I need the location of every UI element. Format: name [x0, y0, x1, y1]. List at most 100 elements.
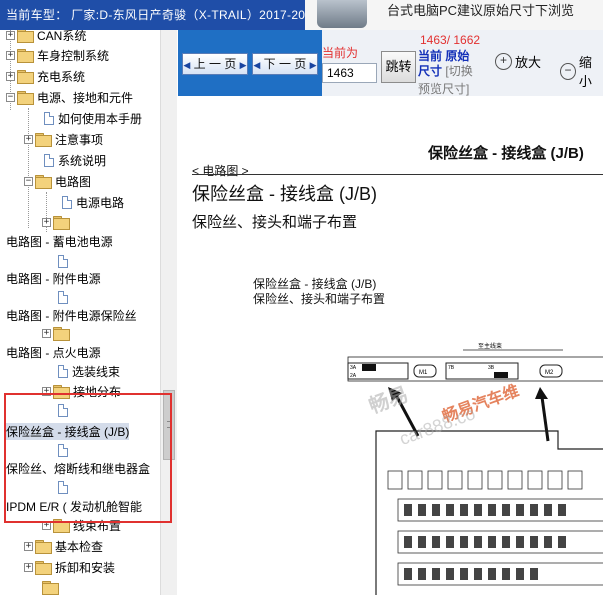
tree-item-label[interactable]: 保险丝盒 - 接线盒 (J/B) — [6, 422, 130, 440]
arrow-left-icon: ◀ — [183, 60, 191, 70]
document-viewer: ◀ 上 一 页 ▶ ◀ 下 一 页 ▶ 当前为 1463 跳转 1463/ 16… — [178, 30, 603, 595]
tree-item-precautions[interactable]: + 注意事项 — [24, 130, 103, 148]
expand-icon[interactable]: + — [24, 541, 33, 551]
top-banner: 台式电脑PC建议原始尺寸下浏览 — [305, 0, 603, 30]
zoom-out-label: 缩小 — [578, 55, 592, 89]
tree-item-label[interactable]: 电路图 - 附件电源 — [6, 270, 101, 287]
tree-item-accessory-fuse[interactable]: 电路图 - 附件电源保险丝 — [6, 306, 137, 324]
tree-item-fuse-relay-box[interactable]: 保险丝、熔断线和继电器盒 — [6, 459, 150, 477]
fuse-box-diagram: 至主线束 3A 2A M1 7B 3B M2 — [347, 342, 603, 595]
tree-item-optional-harness[interactable]: 选装线束 — [58, 362, 120, 380]
page-number-input[interactable]: 1463 — [322, 63, 377, 83]
tree-item-unnamed-folder[interactable]: + — [42, 324, 73, 342]
tree-item-unnamed-folder[interactable]: + — [42, 213, 73, 231]
doc-header-title: 保险丝盒 - 接线盒 (J/B) — [428, 145, 584, 162]
tree-item-harness-layout[interactable]: + 线束布置 — [42, 516, 121, 534]
document-icon — [62, 195, 72, 209]
tree-item-label[interactable]: 拆卸和安装 — [55, 559, 115, 576]
jump-button[interactable]: 跳转 — [381, 51, 416, 83]
folder-icon — [17, 70, 34, 84]
tree-item-label[interactable]: 电路图 — [55, 173, 91, 190]
tree-item-label[interactable]: 电源电路 — [76, 194, 124, 211]
connector-label: M1 — [419, 370, 428, 376]
current-car-label: 当前车型： 厂家:D-东风日产奇骏（X-TRAIL）2017-2018 — [6, 8, 305, 22]
tree-item-label[interactable]: 保险丝、熔断线和继电器盒 — [6, 460, 150, 477]
zoom-in-button[interactable]: + 放大 — [495, 52, 541, 71]
tree-item-doc[interactable] — [58, 401, 72, 419]
tree-item-label[interactable]: 线束布置 — [73, 517, 121, 534]
current-car-header: 当前车型： 厂家:D-东风日产奇骏（X-TRAIL）2017-2018 — [0, 0, 305, 30]
doc-divider — [192, 174, 603, 175]
open-folder-icon — [35, 175, 52, 189]
preview-size-link[interactable]: 预览尺寸] — [418, 80, 469, 97]
zoom-in-icon: + — [495, 53, 512, 70]
tree-item-label[interactable]: 充电系统 — [37, 68, 85, 85]
scroll-thumb[interactable] — [163, 390, 175, 460]
document-icon — [58, 403, 68, 417]
document-icon — [58, 480, 68, 494]
expand-icon[interactable]: + — [6, 71, 15, 81]
tree-item-wiring-diagram[interactable]: − 电路图 — [24, 172, 91, 190]
tree-item-power-circuit[interactable]: 电源电路 — [62, 193, 124, 211]
tree-item-battery-power[interactable]: 电路图 - 蓄电池电源 — [6, 232, 113, 250]
folder-icon — [53, 519, 70, 533]
tree-item-ipdm[interactable]: IPDM E/R ( 发动机舱智能 — [6, 497, 142, 515]
size-switch-link[interactable]: [切换 — [445, 64, 472, 78]
current-page-label: 当前为 — [322, 46, 359, 60]
tree-item-unnamed-folder[interactable] — [42, 578, 62, 595]
folder-icon — [42, 581, 59, 595]
tree-item-doc[interactable] — [58, 478, 72, 496]
tree-item-ground-distribution[interactable]: + 接地分布 — [42, 382, 121, 400]
tree-item-label[interactable]: 基本检查 — [55, 538, 103, 555]
expand-icon[interactable]: + — [24, 562, 33, 572]
tree-item-doc[interactable] — [58, 252, 72, 270]
connector-label: M2 — [545, 370, 554, 376]
tree-item-label[interactable]: 系统说明 — [58, 152, 106, 169]
expand-icon[interactable]: + — [42, 217, 51, 227]
tree-item-accessory-power[interactable]: 电路图 - 附件电源 — [6, 269, 101, 287]
expand-icon[interactable]: + — [42, 386, 51, 396]
doc-title: 保险丝盒 - 接线盒 (J/B) — [192, 184, 377, 204]
size-mode-label[interactable]: 当前 原始 尺寸 [切换 — [418, 49, 490, 79]
tree-item-label[interactable]: 选装线束 — [72, 363, 120, 380]
tree-item-label[interactable]: 电路图 - 附件电源保险丝 — [6, 307, 137, 324]
tree-item-label[interactable]: 如何使用本手册 — [58, 110, 142, 127]
prev-page-label: 上 一 页 — [193, 57, 237, 71]
tree-item-charging[interactable]: + 充电系统 — [6, 67, 85, 85]
tree-item-fuse-box-jb[interactable]: 保险丝盒 - 接线盒 (J/B) — [6, 422, 130, 440]
connector-label: 7B — [448, 365, 455, 371]
tree-item-label[interactable]: IPDM E/R ( 发动机舱智能 — [6, 498, 142, 515]
tree-item-label[interactable]: 注意事项 — [55, 131, 103, 148]
collapse-icon[interactable]: − — [6, 92, 15, 102]
expand-icon[interactable]: + — [6, 30, 15, 40]
expand-icon[interactable]: + — [42, 520, 51, 530]
tree-item-label[interactable]: 电源、接地和元件 — [37, 89, 133, 106]
expand-icon[interactable]: + — [42, 328, 51, 338]
tree-item-doc[interactable] — [58, 441, 72, 459]
tree-item-how-to-use[interactable]: 如何使用本手册 — [44, 109, 142, 127]
tree-item-label[interactable]: 电路图 - 蓄电池电源 — [6, 233, 113, 250]
collapse-icon[interactable]: − — [24, 176, 33, 186]
tree-item-power-ground[interactable]: − 电源、接地和元件 — [6, 88, 133, 106]
tree-scrollbar[interactable] — [160, 30, 177, 595]
arrow-right-icon: ▶ — [239, 60, 247, 70]
tree-item-label[interactable]: 电路图 - 点火电源 — [6, 344, 101, 361]
expand-icon[interactable]: + — [6, 50, 15, 60]
banner-text: 台式电脑PC建议原始尺寸下浏览 — [387, 3, 575, 18]
tree-item-label[interactable]: 车身控制系统 — [37, 47, 109, 64]
tree-item-ignition-power[interactable]: 电路图 - 点火电源 — [6, 343, 101, 361]
document-page: 保险丝盒 - 接线盒 (J/B) < 电路图 > 保险丝盒 - 接线盒 (J/B… — [178, 96, 603, 595]
prev-page-button[interactable]: ◀ 上 一 页 ▶ — [182, 53, 248, 75]
tree-item-system-description[interactable]: 系统说明 — [44, 151, 106, 169]
next-page-button[interactable]: ◀ 下 一 页 ▶ — [252, 53, 318, 75]
folder-icon — [17, 29, 34, 43]
tree-item-removal-installation[interactable]: + 拆卸和安装 — [24, 558, 115, 576]
expand-icon[interactable]: + — [24, 134, 33, 144]
diagram-caption: 至主线束 — [478, 342, 502, 350]
zoom-out-button[interactable]: − 缩小 — [560, 52, 603, 90]
tree-item-doc[interactable] — [58, 288, 72, 306]
tree-item-basic-inspection[interactable]: + 基本检查 — [24, 537, 103, 555]
tree-item-body-control[interactable]: + 车身控制系统 — [6, 46, 109, 64]
document-icon — [58, 290, 68, 304]
tree-item-label[interactable]: 接地分布 — [73, 383, 121, 400]
